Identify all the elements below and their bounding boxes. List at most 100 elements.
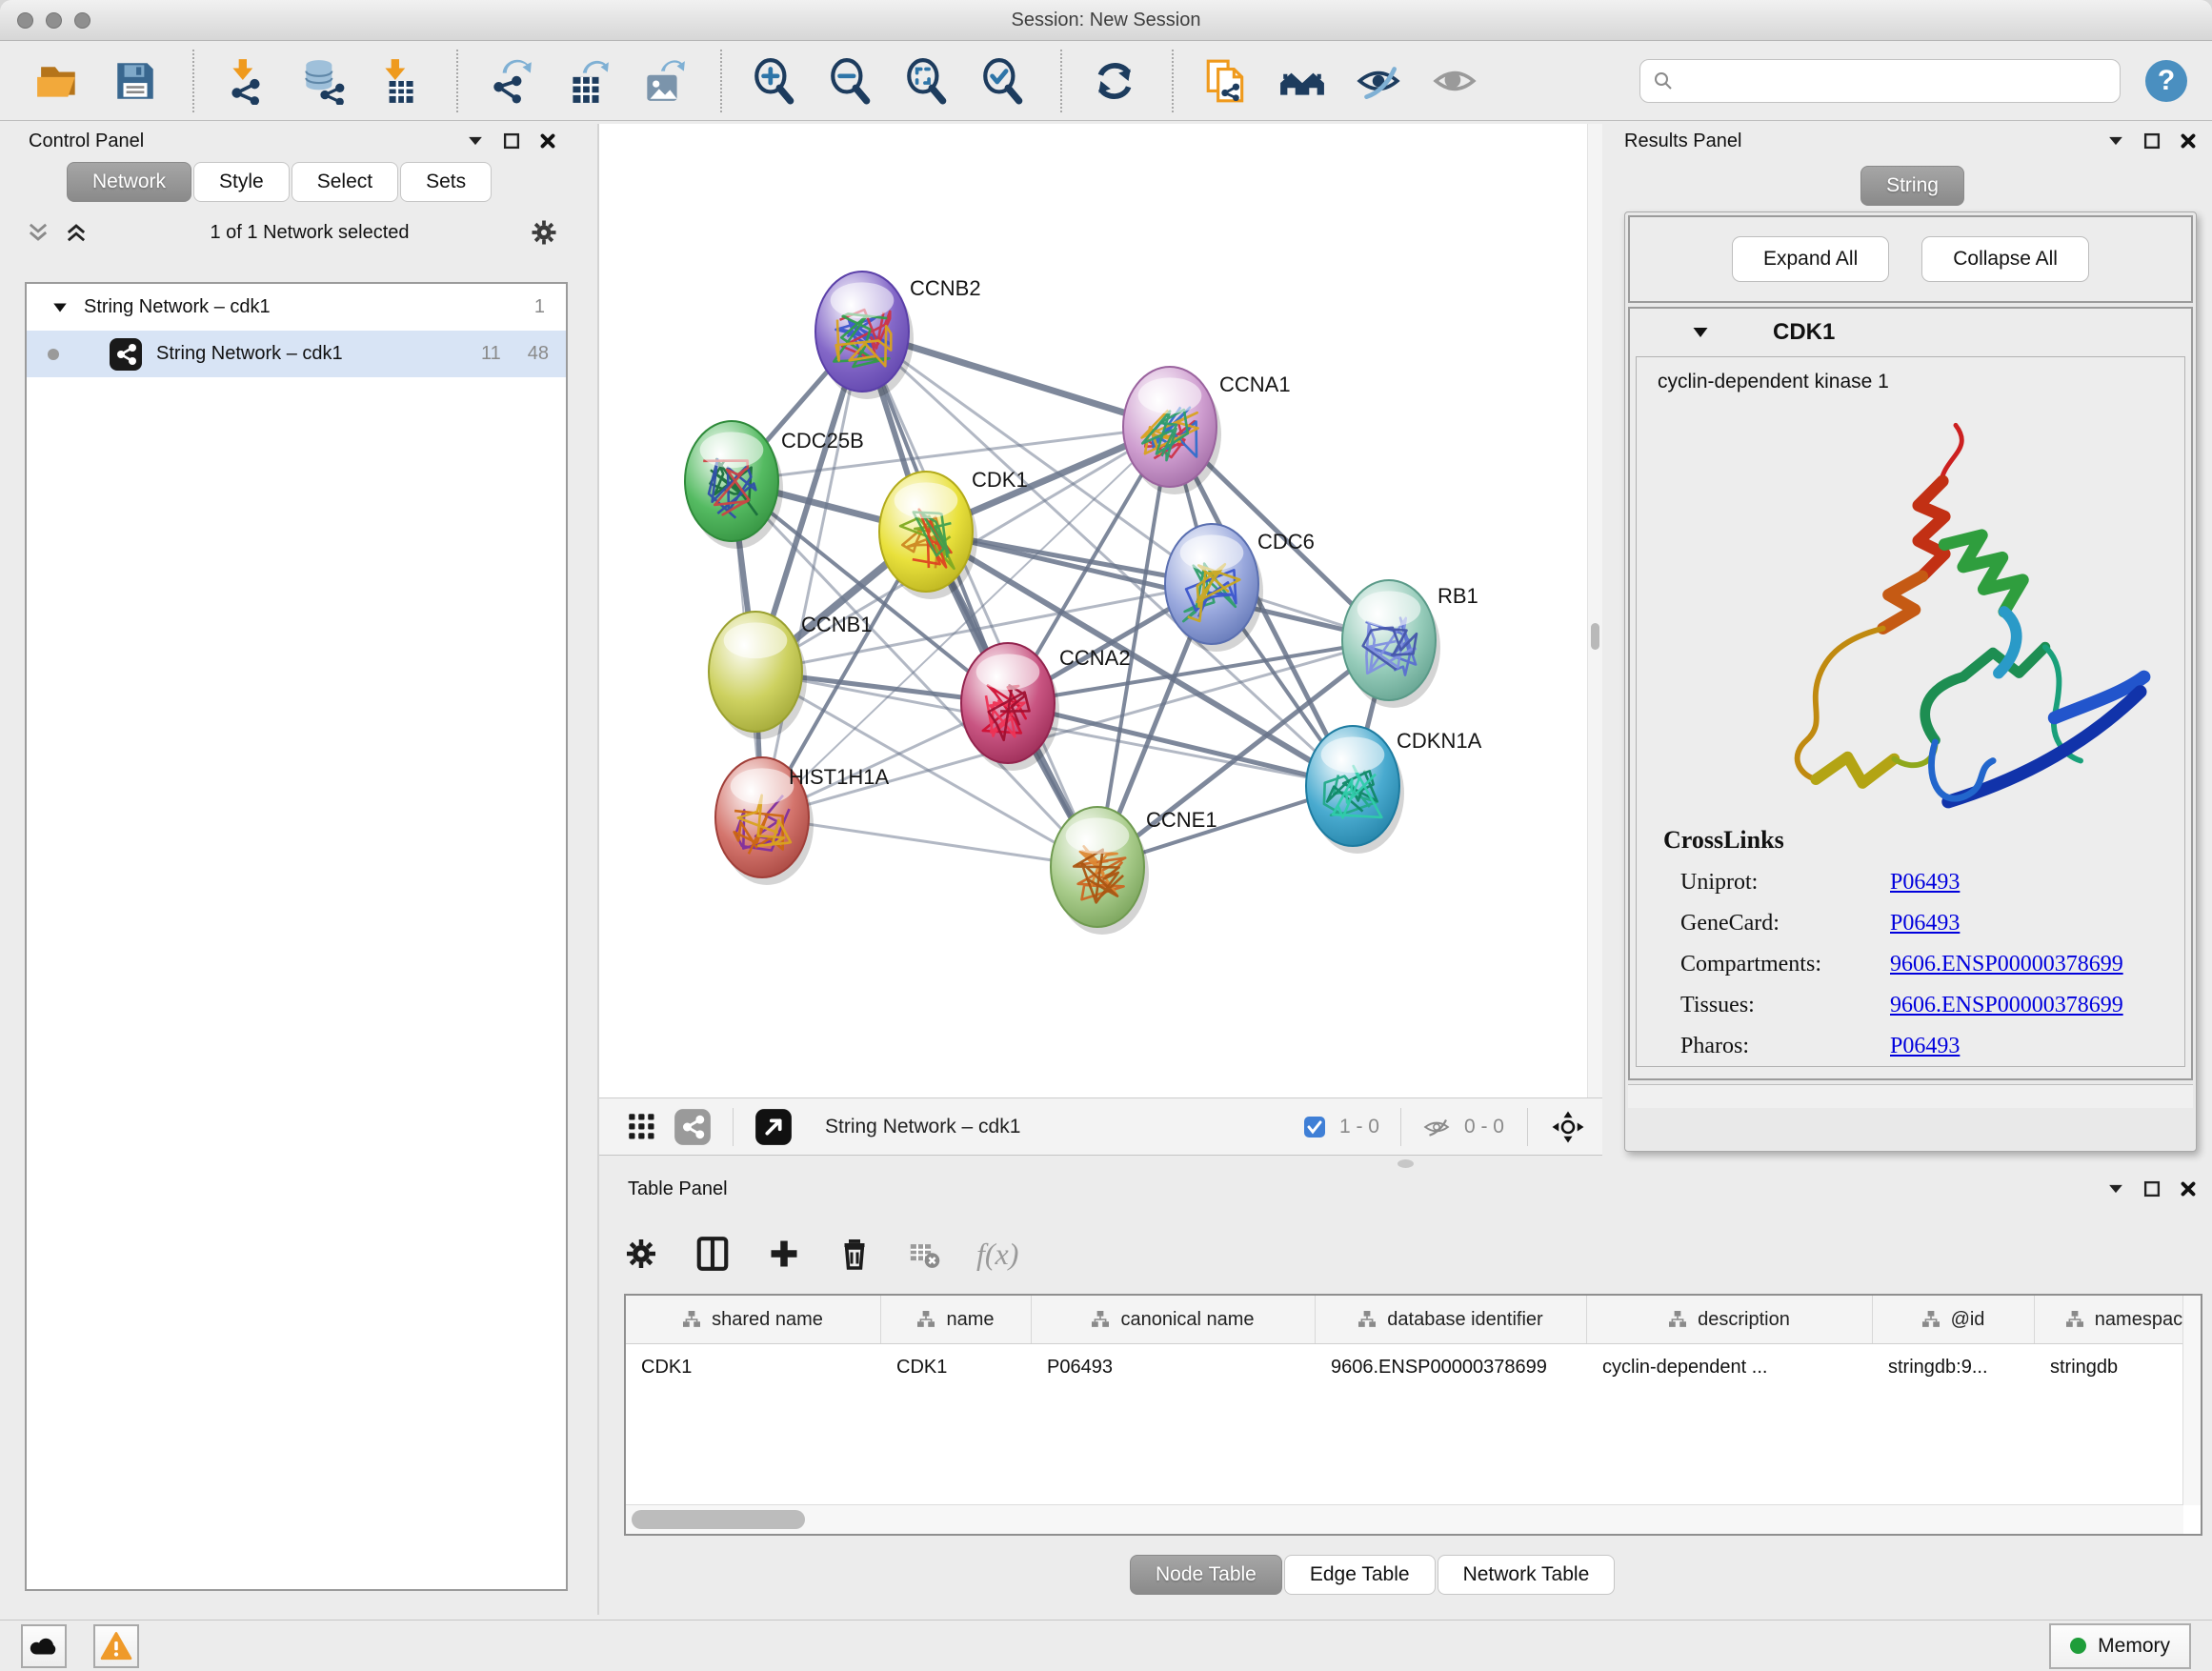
gear-icon[interactable] bbox=[530, 218, 558, 247]
cell-canonical-name[interactable]: P06493 bbox=[1032, 1344, 1316, 1390]
tab-network[interactable]: Network bbox=[67, 162, 191, 202]
help-button[interactable]: ? bbox=[2145, 60, 2187, 102]
network-graph[interactable]: CCNB2CCNA1CDC25BCDK1CDC6RB1CCNB1CCNA2CDK… bbox=[599, 124, 1587, 1097]
graph-node-CDKN1A[interactable] bbox=[1306, 726, 1404, 854]
cell-name[interactable]: CDK1 bbox=[881, 1344, 1032, 1390]
import-network-file-button[interactable] bbox=[220, 54, 273, 108]
fit-crosshair-icon[interactable] bbox=[1551, 1110, 1585, 1144]
tab-network-table[interactable]: Network Table bbox=[1438, 1555, 1616, 1595]
graph-node-CCNE1[interactable] bbox=[1051, 807, 1149, 935]
warnings-button[interactable] bbox=[93, 1624, 139, 1668]
splitter-horizontal[interactable] bbox=[599, 1156, 2212, 1172]
export-table-button[interactable] bbox=[560, 54, 613, 108]
zoom-selected-button[interactable] bbox=[976, 54, 1030, 108]
gene-section-header[interactable]: CDK1 bbox=[1630, 309, 2191, 356]
cell-database-identifier[interactable]: 9606.ENSP00000378699 bbox=[1316, 1344, 1587, 1390]
panel-float-icon[interactable] bbox=[2142, 131, 2162, 151]
crosslink-link[interactable]: 9606.ENSP00000378699 bbox=[1890, 952, 2123, 977]
graph-node-RB1[interactable] bbox=[1342, 580, 1440, 708]
network-view-canvas[interactable]: CCNB2CCNA1CDC25BCDK1CDC6RB1CCNB1CCNA2CDK… bbox=[599, 124, 1587, 1097]
copy-style-button[interactable] bbox=[1199, 54, 1253, 108]
graph-node-CDC6[interactable] bbox=[1165, 524, 1263, 652]
panel-close-icon[interactable] bbox=[537, 131, 558, 151]
import-network-database-button[interactable] bbox=[296, 54, 350, 108]
save-session-button[interactable] bbox=[109, 54, 162, 108]
search-input[interactable] bbox=[1675, 69, 2120, 92]
splitter-left[interactable] bbox=[570, 124, 599, 1615]
panel-float-icon[interactable] bbox=[2142, 1178, 2162, 1199]
tree-expand-icon[interactable] bbox=[51, 299, 69, 316]
cloud-status-button[interactable] bbox=[21, 1624, 67, 1668]
panel-close-icon[interactable] bbox=[2178, 1178, 2199, 1199]
export-network-button[interactable] bbox=[484, 54, 537, 108]
table-vertical-scrollbar[interactable] bbox=[2182, 1296, 2201, 1505]
cell-namespace[interactable]: stringdb bbox=[2035, 1344, 2202, 1390]
graph-node-CCNA1[interactable] bbox=[1123, 367, 1221, 494]
collapse-all-icon[interactable] bbox=[25, 219, 51, 246]
string-view-icon[interactable] bbox=[674, 1108, 712, 1146]
graph-edge-CCNB2-CCNE1[interactable] bbox=[862, 332, 1097, 867]
show-all-button[interactable] bbox=[1428, 54, 1481, 108]
results-scroll-strip[interactable] bbox=[1628, 1084, 2193, 1108]
table-settings-gear-icon[interactable] bbox=[624, 1237, 658, 1271]
first-neighbors-button[interactable] bbox=[1276, 54, 1329, 108]
graph-node-CCNA2[interactable] bbox=[961, 643, 1059, 771]
search-field[interactable] bbox=[1639, 59, 2121, 103]
hide-selected-button[interactable] bbox=[1352, 54, 1405, 108]
zoom-out-button[interactable] bbox=[824, 54, 877, 108]
delete-table-icon[interactable] bbox=[908, 1238, 940, 1270]
function-builder-button[interactable]: f(x) bbox=[976, 1237, 1018, 1272]
graph-edge-CDK1-RB1[interactable] bbox=[926, 532, 1389, 640]
column-header-description[interactable]: description bbox=[1587, 1296, 1873, 1343]
panel-menu-icon[interactable] bbox=[2105, 131, 2126, 151]
network-collection-row[interactable]: String Network – cdk1 1 bbox=[27, 284, 566, 331]
tab-style[interactable]: Style bbox=[193, 162, 290, 202]
refresh-button[interactable] bbox=[1088, 54, 1141, 108]
add-column-icon[interactable] bbox=[767, 1237, 801, 1271]
column-header-database-identifier[interactable]: database identifier bbox=[1316, 1296, 1587, 1343]
splitter-handle[interactable] bbox=[1591, 623, 1599, 650]
table-row[interactable]: CDK1CDK1P064939606.ENSP00000378699cyclin… bbox=[626, 1344, 2201, 1390]
graph-edge-CCNA2-CDKN1A[interactable] bbox=[1008, 703, 1353, 786]
column-header-shared-name[interactable]: shared name bbox=[626, 1296, 881, 1343]
cell--id[interactable]: stringdb:9... bbox=[1873, 1344, 2035, 1390]
crosslink-link[interactable]: P06493 bbox=[1890, 870, 1960, 896]
network-row[interactable]: String Network – cdk1 1148 bbox=[27, 331, 566, 377]
crosslink-link[interactable]: P06493 bbox=[1890, 1034, 1960, 1059]
graph-node-CCNB2[interactable] bbox=[815, 272, 914, 399]
column-header-namespace[interactable]: namespace bbox=[2035, 1296, 2202, 1343]
tab-string[interactable]: String bbox=[1860, 166, 1964, 206]
tab-sets[interactable]: Sets bbox=[400, 162, 492, 202]
crosslink-link[interactable]: P06493 bbox=[1890, 911, 1960, 936]
show-columns-icon[interactable] bbox=[694, 1236, 731, 1272]
expand-all-button[interactable]: Expand All bbox=[1732, 236, 1889, 282]
birds-eye-grid-icon[interactable] bbox=[628, 1113, 656, 1141]
column-header--id[interactable]: @id bbox=[1873, 1296, 2035, 1343]
panel-float-icon[interactable] bbox=[501, 131, 522, 151]
hidden-eye-icon[interactable] bbox=[1422, 1113, 1451, 1141]
panel-close-icon[interactable] bbox=[2178, 131, 2199, 151]
expand-all-icon[interactable] bbox=[63, 219, 90, 246]
graph-node-CCNB1[interactable] bbox=[709, 612, 807, 739]
section-collapse-icon[interactable] bbox=[1691, 323, 1710, 342]
graph-node-CDK1[interactable] bbox=[879, 472, 977, 599]
zoom-fit-button[interactable] bbox=[900, 54, 954, 108]
canvas-splitter-strip[interactable] bbox=[1587, 124, 1603, 1097]
scrollbar-thumb[interactable] bbox=[632, 1510, 805, 1529]
tab-edge-table[interactable]: Edge Table bbox=[1284, 1555, 1436, 1595]
collapse-all-button[interactable]: Collapse All bbox=[1921, 236, 2089, 282]
column-header-name[interactable]: name bbox=[881, 1296, 1032, 1343]
memory-button[interactable]: Memory bbox=[2049, 1623, 2191, 1669]
table-horizontal-scrollbar[interactable] bbox=[626, 1504, 2183, 1534]
delete-column-icon[interactable] bbox=[837, 1237, 872, 1271]
open-in-new-window-icon[interactable] bbox=[754, 1108, 793, 1146]
crosslink-link[interactable]: 9606.ENSP00000378699 bbox=[1890, 993, 2123, 1018]
tab-node-table[interactable]: Node Table bbox=[1130, 1555, 1282, 1595]
import-table-file-button[interactable] bbox=[372, 54, 426, 108]
cell-description[interactable]: cyclin-dependent ... bbox=[1587, 1344, 1873, 1390]
selected-checkbox-icon[interactable] bbox=[1303, 1116, 1326, 1138]
panel-menu-icon[interactable] bbox=[465, 131, 486, 151]
splitter-handle[interactable] bbox=[1398, 1159, 1414, 1168]
open-session-button[interactable] bbox=[32, 54, 86, 108]
panel-menu-icon[interactable] bbox=[2105, 1178, 2126, 1199]
